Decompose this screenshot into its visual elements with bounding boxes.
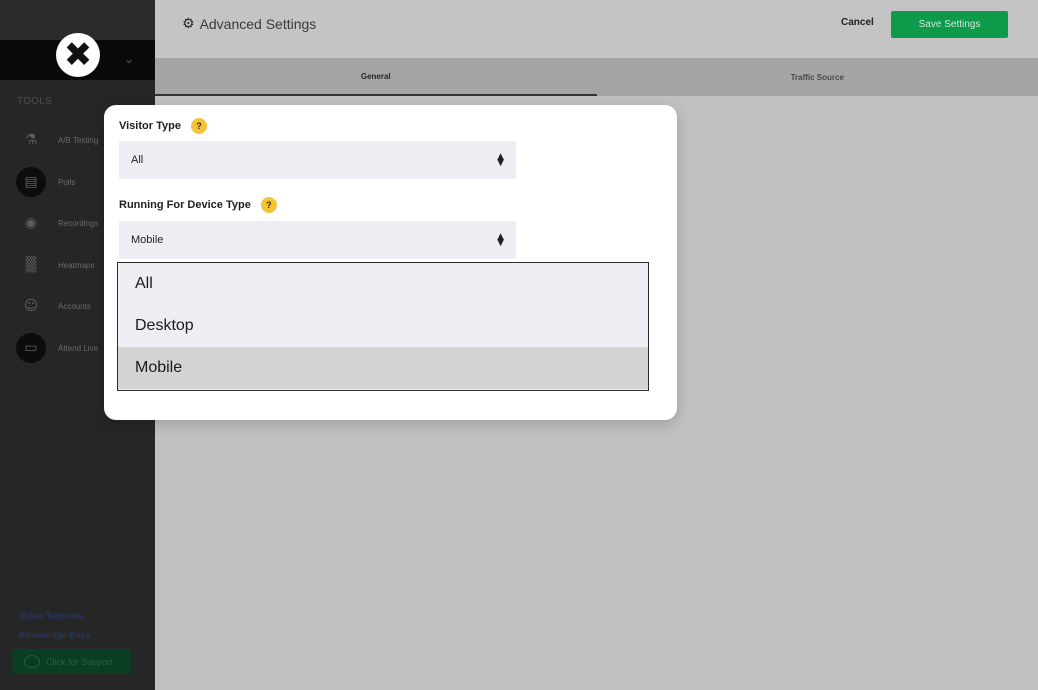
- sidebar-item-heatmaps[interactable]: ▒ Heatmaps: [16, 249, 95, 281]
- cancel-button[interactable]: Cancel: [841, 17, 874, 28]
- sidebar-item-accounts[interactable]: ☺ Accounts: [16, 290, 91, 322]
- sidebar-item-recordings[interactable]: ◉ Recordings: [16, 207, 99, 239]
- sidebar-item-label: Heatmaps: [58, 260, 95, 270]
- polls-icon: ▤: [16, 167, 46, 197]
- knowledge-base-link[interactable]: Knowledge Base: [19, 630, 91, 640]
- sidebar-item-label: Polls: [58, 177, 76, 187]
- chat-bubble-icon: [24, 655, 40, 668]
- sidebar-item-attend-live[interactable]: ▭ Attend Live: [16, 332, 98, 364]
- sidebar-item-label: Attend Live: [58, 343, 99, 353]
- sort-arrows-icon: ▲ ▼: [497, 232, 504, 248]
- visitor-type-value: All: [131, 154, 144, 166]
- heatmaps-icon: ▒: [25, 257, 37, 273]
- chevron-down-icon[interactable]: ⌄: [124, 52, 134, 66]
- sidebar-item-polls[interactable]: ▤ Polls: [16, 166, 75, 198]
- support-button[interactable]: Click for Support: [12, 649, 131, 674]
- recordings-icon: ◉: [24, 215, 38, 231]
- help-icon[interactable]: ?: [190, 118, 207, 134]
- gear-icon: ⚙: [182, 16, 195, 32]
- video-tutorials-link[interactable]: Video Tutorials: [19, 611, 83, 621]
- dropdown-option-mobile[interactable]: Mobile: [118, 347, 648, 389]
- device-type-value: Mobile: [131, 234, 164, 246]
- header: ⚙ Advanced Settings Cancel Save Settings: [155, 0, 1038, 58]
- device-type-label-text: Running For Device Type: [119, 199, 251, 211]
- sort-arrows-icon: ▲ ▼: [497, 152, 504, 168]
- visitor-type-label-text: Visitor Type: [119, 120, 181, 132]
- close-button[interactable]: ✖: [56, 33, 100, 77]
- support-button-label: Click for Support: [46, 656, 113, 667]
- dropdown-option-all[interactable]: All: [118, 263, 648, 305]
- accounts-icon: ☺: [23, 298, 39, 314]
- help-icon[interactable]: ?: [260, 197, 277, 213]
- tools-heading: TOOLS: [17, 96, 53, 107]
- tab-traffic-source[interactable]: Traffic Source: [597, 58, 1038, 96]
- page-title: ⚙ Advanced Settings: [182, 16, 316, 32]
- device-type-select[interactable]: Mobile ▲ ▼: [119, 221, 516, 259]
- device-type-dropdown: All Desktop Mobile: [117, 262, 649, 391]
- video-icon: ▭: [16, 333, 46, 363]
- sidebar-item-label: A/B Testing: [58, 135, 99, 145]
- close-icon: ✖: [63, 35, 93, 75]
- ab-testing-icon: ⚗: [24, 132, 38, 148]
- tab-bar: General Traffic Source: [155, 58, 1038, 96]
- tab-general[interactable]: General: [155, 58, 597, 96]
- visitor-type-select[interactable]: All ▲ ▼: [119, 141, 516, 179]
- sidebar-item-ab-testing[interactable]: ⚗ A/B Testing: [16, 124, 99, 156]
- save-button[interactable]: Save Settings: [891, 11, 1008, 38]
- sidebar-item-label: Accounts: [58, 301, 91, 311]
- sidebar-item-label: Recordings: [58, 218, 99, 228]
- device-type-label: Running For Device Type ?: [119, 197, 277, 213]
- settings-modal: Visitor Type ? All ▲ ▼ Running For Device…: [104, 105, 677, 420]
- page-title-text: Advanced Settings: [199, 16, 317, 32]
- visitor-type-label: Visitor Type ?: [119, 118, 207, 134]
- dropdown-option-desktop[interactable]: Desktop: [118, 305, 648, 347]
